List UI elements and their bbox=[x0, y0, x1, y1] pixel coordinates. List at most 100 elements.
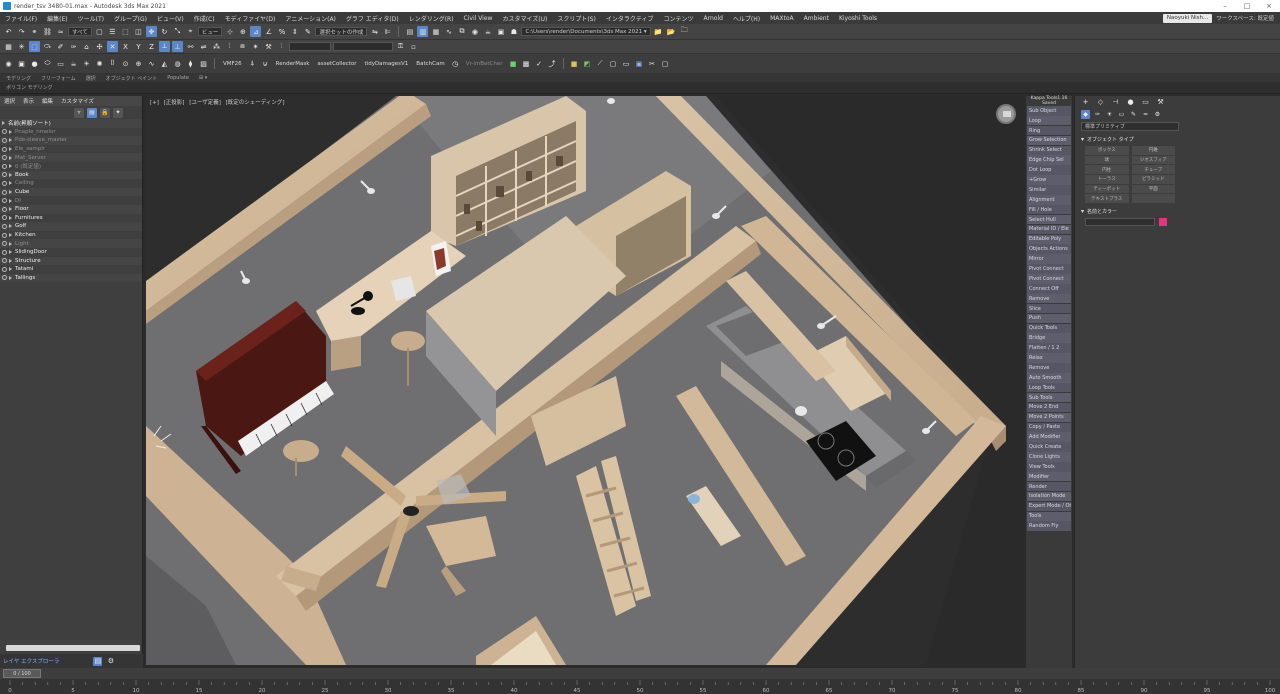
kappa-script-button[interactable]: Alignment bbox=[1027, 195, 1071, 205]
box-icon[interactable]: ▣ bbox=[16, 58, 27, 69]
angle-snap-icon[interactable]: ∠ bbox=[263, 26, 274, 37]
expand-triangle-icon[interactable] bbox=[9, 172, 12, 177]
visibility-eye-icon[interactable] bbox=[2, 146, 7, 152]
object-type-button[interactable]: ティーポット bbox=[1085, 184, 1129, 194]
kappa-script-button[interactable]: Slice bbox=[1027, 303, 1071, 314]
visibility-eye-icon[interactable] bbox=[2, 215, 7, 221]
bottle-icon[interactable]: ⍋ bbox=[247, 58, 258, 69]
menu-extra-ambient[interactable]: Ambient bbox=[799, 15, 834, 22]
layer-row[interactable]: Mat_Server bbox=[0, 153, 142, 162]
kappa-script-button[interactable]: Copy / Paste bbox=[1027, 422, 1071, 432]
kappa-script-button[interactable]: Clone Lights bbox=[1027, 452, 1071, 462]
select-object-icon[interactable]: ▢ bbox=[94, 26, 105, 37]
object-type-button[interactable]: 円柱 bbox=[1085, 165, 1129, 174]
spacing-icon[interactable]: ⦙ bbox=[224, 41, 235, 52]
magnet-icon[interactable]: ⊍ bbox=[260, 58, 271, 69]
expand-triangle-icon[interactable] bbox=[9, 250, 12, 255]
kappa-script-button[interactable]: Loop bbox=[1027, 115, 1071, 126]
kappa-script-button[interactable]: Material ID / Ele bbox=[1027, 224, 1071, 235]
stop-icon[interactable]: ■ bbox=[569, 58, 580, 69]
menu-create[interactable]: 作成(C) bbox=[189, 14, 220, 23]
expand-triangle-icon[interactable] bbox=[9, 138, 12, 143]
menu-customize[interactable]: カスタマイズ(U) bbox=[497, 14, 552, 23]
bone-icon[interactable]: ⚒ bbox=[263, 41, 274, 52]
kappa-script-button[interactable]: Auto Smooth bbox=[1027, 373, 1071, 383]
kappa-script-button[interactable]: Random Fly bbox=[1027, 521, 1071, 531]
plane-icon[interactable]: ▭ bbox=[55, 58, 66, 69]
timeline-ruler[interactable]: 0 5 10 15 20 25 30 35 40 45 50 55 60 65 70 75 80 85 90 95 10… bbox=[0, 679, 1280, 694]
kappa-script-button[interactable]: Sub Tools bbox=[1027, 392, 1071, 403]
layer-row[interactable]: Floor bbox=[0, 204, 142, 214]
target-icon[interactable]: ⊙ bbox=[120, 58, 131, 69]
explorer-config-icon[interactable]: ⚙ bbox=[106, 657, 115, 666]
blue-map-icon[interactable]: ▩ bbox=[521, 58, 532, 69]
visibility-eye-icon[interactable] bbox=[2, 258, 7, 264]
green-dot-icon[interactable]: ◩ bbox=[582, 58, 593, 69]
menu-modifiers[interactable]: モディファイヤ(D) bbox=[220, 14, 281, 23]
viewport-label[interactable]: [+] [正投影] [ユーザ定義] [既定のシェーディング] bbox=[150, 98, 288, 106]
key-icon[interactable]: ⚿ bbox=[395, 41, 406, 52]
menu-scripting[interactable]: スクリプト(S) bbox=[552, 14, 601, 23]
menu-content[interactable]: コンテンツ bbox=[658, 14, 698, 23]
ribbon-options[interactable]: ⊞ ▾ bbox=[199, 75, 207, 81]
axis-y-icon[interactable]: Y bbox=[133, 41, 144, 52]
script-rendermask-button[interactable]: RenderMask bbox=[273, 61, 313, 67]
kappa-script-button[interactable]: Connect Off bbox=[1027, 284, 1071, 294]
note-icon[interactable]: ▫ bbox=[408, 41, 419, 52]
menu-animation[interactable]: アニメーション(A) bbox=[280, 14, 341, 23]
kappa-script-button[interactable]: View Tools bbox=[1027, 462, 1071, 472]
omni-light-icon[interactable]: ✺ bbox=[94, 58, 105, 69]
visibility-eye-icon[interactable] bbox=[2, 155, 7, 161]
layer-row[interactable]: 名前(昇順ソート) bbox=[0, 119, 142, 128]
undo-icon[interactable]: ↶ bbox=[3, 26, 14, 37]
kappa-script-button[interactable]: Render bbox=[1027, 481, 1071, 492]
menu-file[interactable]: ファイル(F) bbox=[0, 14, 42, 23]
render-production-icon[interactable]: ☗ bbox=[508, 26, 519, 37]
menu-extra-kiyoshi[interactable]: Kiyoshi Tools bbox=[834, 15, 882, 22]
explorer-tab-display[interactable]: 表示 bbox=[23, 97, 34, 105]
square-icon[interactable]: ▢ bbox=[608, 58, 619, 69]
redo-icon[interactable]: ↷ bbox=[16, 26, 27, 37]
layer-row[interactable]: DI bbox=[0, 196, 142, 205]
axis-xz-icon[interactable]: ⊥ bbox=[172, 41, 183, 52]
kappa-script-button[interactable]: Pivot Connect bbox=[1027, 264, 1071, 274]
kappa-script-button[interactable]: Bridge bbox=[1027, 333, 1071, 343]
teapot-icon[interactable]: ☕ bbox=[68, 58, 79, 69]
layer-row[interactable]: Pde-sleeve_master bbox=[0, 136, 142, 145]
object-type-button[interactable]: 円錐 bbox=[1131, 146, 1175, 155]
expand-triangle-icon[interactable] bbox=[2, 121, 5, 126]
render-icon[interactable]: ⧫ bbox=[185, 58, 196, 69]
window-crossing-icon[interactable]: ◫ bbox=[133, 26, 144, 37]
primitive-category-dropdown[interactable]: 標準プリミティブ bbox=[1081, 122, 1179, 131]
viewport[interactable]: [+] [正投影] [ユーザ定義] [既定のシェーディング] bbox=[146, 96, 1024, 665]
script-vrbatcher-button[interactable]: Vr-lmBatCher bbox=[463, 61, 506, 67]
bind-space-warp-icon[interactable]: ≈ bbox=[55, 26, 66, 37]
layer-row[interactable]: Ele_samplr bbox=[0, 145, 142, 154]
ribbon-tab-modeling[interactable]: モデリング bbox=[6, 75, 31, 82]
expand-triangle-icon[interactable] bbox=[9, 198, 12, 203]
layer-row[interactable]: Ceiling bbox=[0, 179, 142, 188]
helper-icon[interactable]: ⊕ bbox=[133, 58, 144, 69]
viewport-menu[interactable]: [+] bbox=[150, 100, 159, 106]
sphere-icon[interactable]: ● bbox=[29, 58, 40, 69]
kappa-script-button[interactable]: Edge Chip Sel bbox=[1027, 155, 1071, 165]
object-type-button[interactable]: チューブ bbox=[1131, 165, 1175, 174]
preset-combo[interactable] bbox=[289, 42, 331, 51]
visibility-eye-icon[interactable] bbox=[2, 206, 7, 212]
visibility-eye-icon[interactable] bbox=[2, 275, 7, 281]
object-type-button[interactable]: トーラス bbox=[1085, 175, 1129, 184]
select-manipulate-icon[interactable]: ⊕ bbox=[237, 26, 248, 37]
array-icon[interactable]: ⁂ bbox=[211, 41, 222, 52]
link-icon[interactable]: ⚭ bbox=[29, 26, 40, 37]
menu-extra-maxtoa[interactable]: MAXtoA bbox=[765, 15, 799, 22]
set-project-icon[interactable]: 📂 bbox=[666, 26, 677, 37]
visibility-eye-icon[interactable] bbox=[2, 189, 7, 195]
rendered-frame-icon[interactable]: ▣ bbox=[495, 26, 506, 37]
ribbon-tab-selection[interactable]: 選択 bbox=[86, 75, 96, 82]
layer-explorer-icon[interactable]: ▤ bbox=[404, 26, 415, 37]
layer-row[interactable]: Furnitures bbox=[0, 214, 142, 223]
visibility-eye-icon[interactable] bbox=[2, 198, 7, 204]
ribbon-tab-populate[interactable]: Populate bbox=[167, 75, 189, 81]
maximize-button[interactable]: □ bbox=[1236, 0, 1258, 12]
expand-triangle-icon[interactable] bbox=[9, 207, 12, 212]
